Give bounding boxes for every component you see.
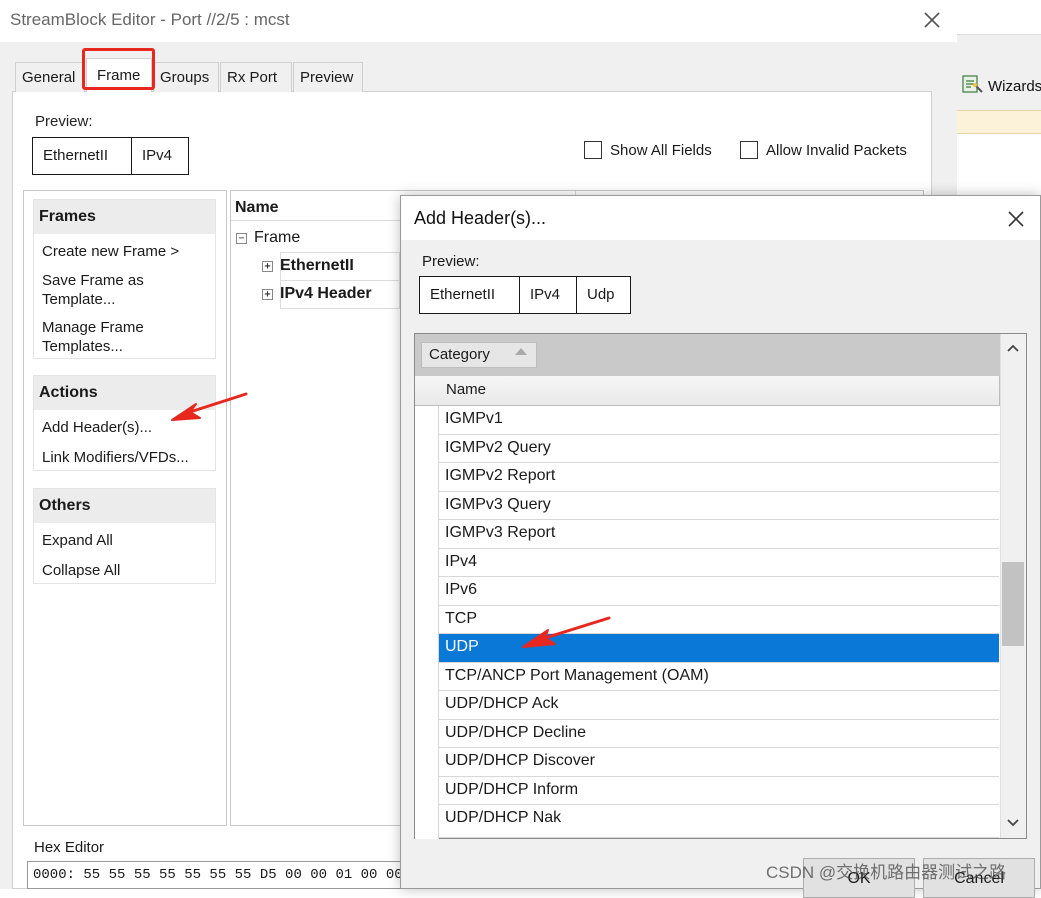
allow-invalid-packets-checkbox[interactable]: Allow Invalid Packets: [740, 140, 907, 160]
show-all-fields-checkbox[interactable]: Show All Fields: [584, 140, 712, 160]
expand-all-link[interactable]: Expand All: [42, 531, 113, 550]
hex-editor-label: Hex Editor: [34, 839, 105, 856]
tree-node-frame[interactable]: − Frame: [236, 225, 300, 251]
tab-preview[interactable]: Preview: [293, 62, 363, 92]
link-modifiers-vfds-link[interactable]: Link Modifiers/VFDs...: [42, 448, 189, 467]
checkbox-box[interactable]: [740, 141, 758, 159]
actions-section-title: Actions: [34, 376, 215, 410]
list-item[interactable]: UDP/DHCP Discover: [439, 748, 999, 777]
wizard-icon: [960, 72, 984, 100]
dialog-preview-chip-ipv4[interactable]: IPv4: [519, 276, 577, 314]
wizards-label: Wizards: [988, 77, 1041, 95]
others-section: Others Expand All Collapse All: [33, 488, 216, 584]
manage-frame-templates-link[interactable]: Manage Frame: [42, 318, 144, 337]
dialog-preview-chip-udp[interactable]: Udp: [576, 276, 631, 314]
show-all-fields-label: Show All Fields: [610, 141, 712, 159]
category-group-chip[interactable]: Category: [421, 342, 537, 368]
collapse-all-link[interactable]: Collapse All: [42, 561, 120, 580]
tree-column-name: Name: [235, 199, 279, 216]
actions-section: Actions Add Header(s)... Link Modifiers/…: [33, 375, 216, 471]
create-new-frame-link[interactable]: Create new Frame >: [42, 242, 179, 261]
list-item-selected[interactable]: UDP: [439, 634, 999, 663]
collapse-toggle-icon[interactable]: −: [236, 232, 247, 244]
tab-groups[interactable]: Groups: [153, 62, 219, 92]
watermark: CSDN @交换机路由器测试之路: [766, 863, 1007, 882]
close-icon[interactable]: [918, 6, 946, 34]
list-item[interactable]: TCP/ANCP Port Management (OAM): [439, 662, 999, 691]
background-info-strip: [957, 110, 1041, 134]
tree-node-ipv4-header[interactable]: + IPv4 Header: [262, 281, 372, 307]
dialog-preview-chip-ethernetii[interactable]: EthernetII: [419, 276, 520, 314]
list-item[interactable]: UDP/DHCP Ack: [439, 691, 999, 720]
save-frame-as-template-link-line2[interactable]: Template...: [42, 290, 115, 309]
list-item[interactable]: UDP/DHCP Decline: [439, 719, 999, 748]
row-indent-column: [415, 406, 439, 839]
list-column-name: Name: [446, 381, 487, 398]
checkbox-box[interactable]: [584, 141, 602, 159]
list-item[interactable]: IGMPv2 Report: [439, 463, 999, 492]
frames-section-title: Frames: [34, 200, 215, 234]
tab-frame[interactable]: Frame: [86, 58, 152, 92]
preview-chip-ipv4[interactable]: IPv4: [131, 137, 189, 175]
tab-rx-port[interactable]: Rx Port: [220, 62, 292, 92]
list-item[interactable]: IGMPv2 Query: [439, 434, 999, 463]
tree-node-label: Frame: [254, 229, 301, 246]
frames-section: Frames Create new Frame > Save Frame as …: [33, 199, 216, 359]
dialog-title: Add Header(s)...: [414, 208, 547, 228]
dialog-preview-label: Preview:: [422, 253, 480, 270]
tree-node-label: EthernetII: [280, 257, 354, 274]
others-section-title: Others: [34, 489, 215, 523]
manage-frame-templates-link-line2[interactable]: Templates...: [42, 337, 123, 356]
preview-chip-ethernetii[interactable]: EthernetII: [32, 137, 132, 175]
tree-node-ethernetii[interactable]: + EthernetII: [262, 253, 354, 279]
list-item[interactable]: UDP/DHCP Nak: [439, 805, 999, 838]
wizards-button[interactable]: Wizards: [960, 74, 1041, 98]
list-item[interactable]: UDP/DHCP Inform: [439, 776, 999, 805]
preview-label: Preview:: [35, 113, 93, 130]
list-item[interactable]: IGMPv3 Query: [439, 491, 999, 520]
tab-general[interactable]: General: [15, 62, 85, 92]
close-icon[interactable]: [1003, 206, 1029, 232]
add-headers-link[interactable]: Add Header(s)...: [42, 418, 152, 437]
allow-invalid-packets-label: Allow Invalid Packets: [766, 141, 907, 159]
expand-toggle-icon[interactable]: +: [262, 288, 273, 300]
expand-toggle-icon[interactable]: +: [262, 260, 273, 272]
list-column-header[interactable]: [415, 376, 1000, 406]
chevron-up-icon[interactable]: [1003, 338, 1023, 358]
chevron-down-icon[interactable]: [1003, 812, 1023, 832]
window-title: StreamBlock Editor - Port //2/5 : mcst: [10, 10, 290, 29]
sort-ascending-icon: [515, 348, 527, 355]
hex-editor-line[interactable]: 0000: 55 55 55 55 55 55 55 D5 00 00 01 0…: [33, 867, 428, 883]
list-item[interactable]: IPv4: [439, 548, 999, 577]
list-item[interactable]: IPv6: [439, 577, 999, 606]
tree-node-label: IPv4 Header: [280, 285, 372, 302]
list-item[interactable]: IGMPv3 Report: [439, 520, 999, 549]
list-item[interactable]: IGMPv1: [439, 406, 999, 435]
scrollbar-thumb[interactable]: [1002, 562, 1024, 646]
list-item[interactable]: TCP: [439, 605, 999, 634]
save-frame-as-template-link[interactable]: Save Frame as: [42, 271, 144, 290]
